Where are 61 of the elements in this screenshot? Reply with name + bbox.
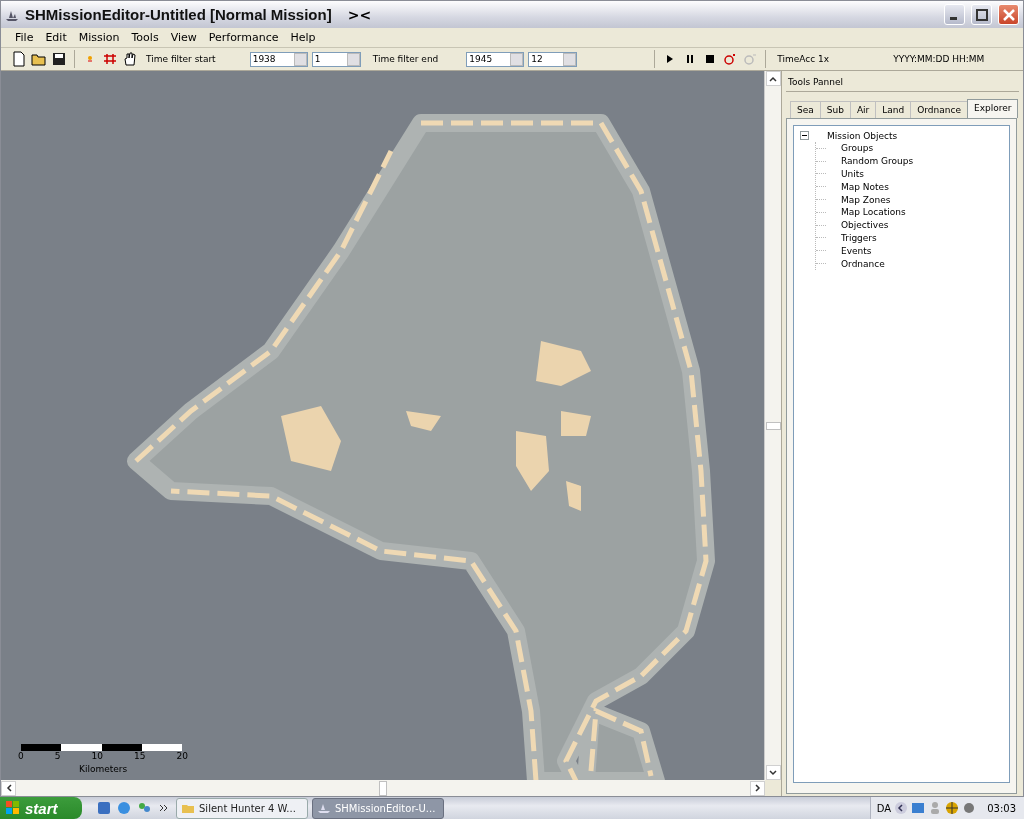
panel-tab[interactable]: Explorer (966, 99, 1019, 118)
map-view[interactable]: 0 5 10 15 20 Kilometers (1, 71, 764, 780)
tree-item[interactable]: Map Locations (841, 207, 906, 218)
tray-label: DA (876, 802, 892, 814)
grid-icon[interactable] (102, 51, 118, 67)
month-dropdown[interactable]: 12 (528, 51, 578, 67)
close-button[interactable] (998, 4, 1019, 25)
taskbar-button[interactable]: Silent Hunter 4 W... (176, 797, 308, 819)
tree-item[interactable]: Mission Objects (827, 130, 898, 141)
scale-tick-label: 15 (134, 751, 146, 761)
panel-title: Tools Pannel (786, 73, 1019, 92)
scale-unit-label: Kilometers (79, 764, 129, 774)
tree-item[interactable]: Units (841, 169, 864, 179)
start-button[interactable]: start (0, 797, 82, 819)
tree-item[interactable]: Map Notes (841, 181, 889, 192)
menu-item[interactable]: Tools (125, 31, 165, 44)
time-filter-start-label: Time filter start (146, 54, 216, 64)
menu-item[interactable]: Performance (202, 31, 285, 44)
year-dropdown[interactable]: 1945 (466, 51, 525, 67)
scale-tick-label: 10 (91, 751, 103, 761)
time-acceleration-label: TimeAcc 1x (777, 54, 830, 64)
open-folder-icon[interactable] (31, 51, 47, 67)
scroll-thumb[interactable] (765, 421, 781, 430)
hand-icon[interactable] (122, 51, 138, 67)
tree-item[interactable]: Map Zones (841, 194, 891, 205)
menu-item[interactable]: Edit (39, 31, 73, 44)
tree-item[interactable]: Groups (841, 143, 874, 154)
menu-item[interactable]: Help (284, 31, 322, 44)
scale-tick-label: 5 (54, 751, 61, 761)
month-dropdown[interactable]: 1 (311, 51, 361, 67)
tree-item[interactable]: Ordnance (841, 258, 885, 269)
scroll-thumb[interactable] (379, 780, 387, 796)
tree-item[interactable]: Triggers (841, 232, 877, 243)
tree-item[interactable]: Random Groups (841, 156, 914, 167)
tree-item[interactable]: Events (841, 245, 872, 256)
window-title: SHMissionEditor-Untitled [Normal Mission] (25, 6, 332, 23)
maximize-icon (975, 8, 988, 21)
maximize-button[interactable] (971, 4, 992, 25)
clock: 03:03 (987, 802, 1016, 814)
minimize-button[interactable] (944, 4, 965, 25)
flag-icon (6, 801, 20, 815)
menu-item[interactable]: Mission (72, 31, 126, 44)
menu-item[interactable]: File (9, 31, 40, 44)
menu-item[interactable]: View (164, 31, 203, 44)
close-icon (1002, 8, 1015, 21)
time-filter-end-label: Time filter end (372, 54, 439, 64)
collapse-icon[interactable] (800, 131, 809, 140)
vertical-scrollbar[interactable] (764, 71, 781, 780)
horizontal-scrollbar[interactable] (1, 780, 765, 796)
save-icon[interactable] (51, 51, 67, 67)
minimize-icon (949, 17, 957, 20)
folder-icon (181, 802, 195, 814)
title-suffix: >< (347, 6, 372, 23)
panel-tab[interactable]: Sea (790, 101, 821, 118)
scale-tick-label: 0 (18, 751, 24, 761)
tree-item[interactable]: Objectives (841, 220, 889, 231)
new-file-icon[interactable] (11, 51, 27, 67)
scale-tick-label: 20 (176, 751, 188, 761)
date-time-label: YYYY:MM:DD HH:MM (893, 54, 985, 64)
ship-icon (317, 802, 331, 814)
year-dropdown[interactable]: 1938 (249, 51, 308, 67)
